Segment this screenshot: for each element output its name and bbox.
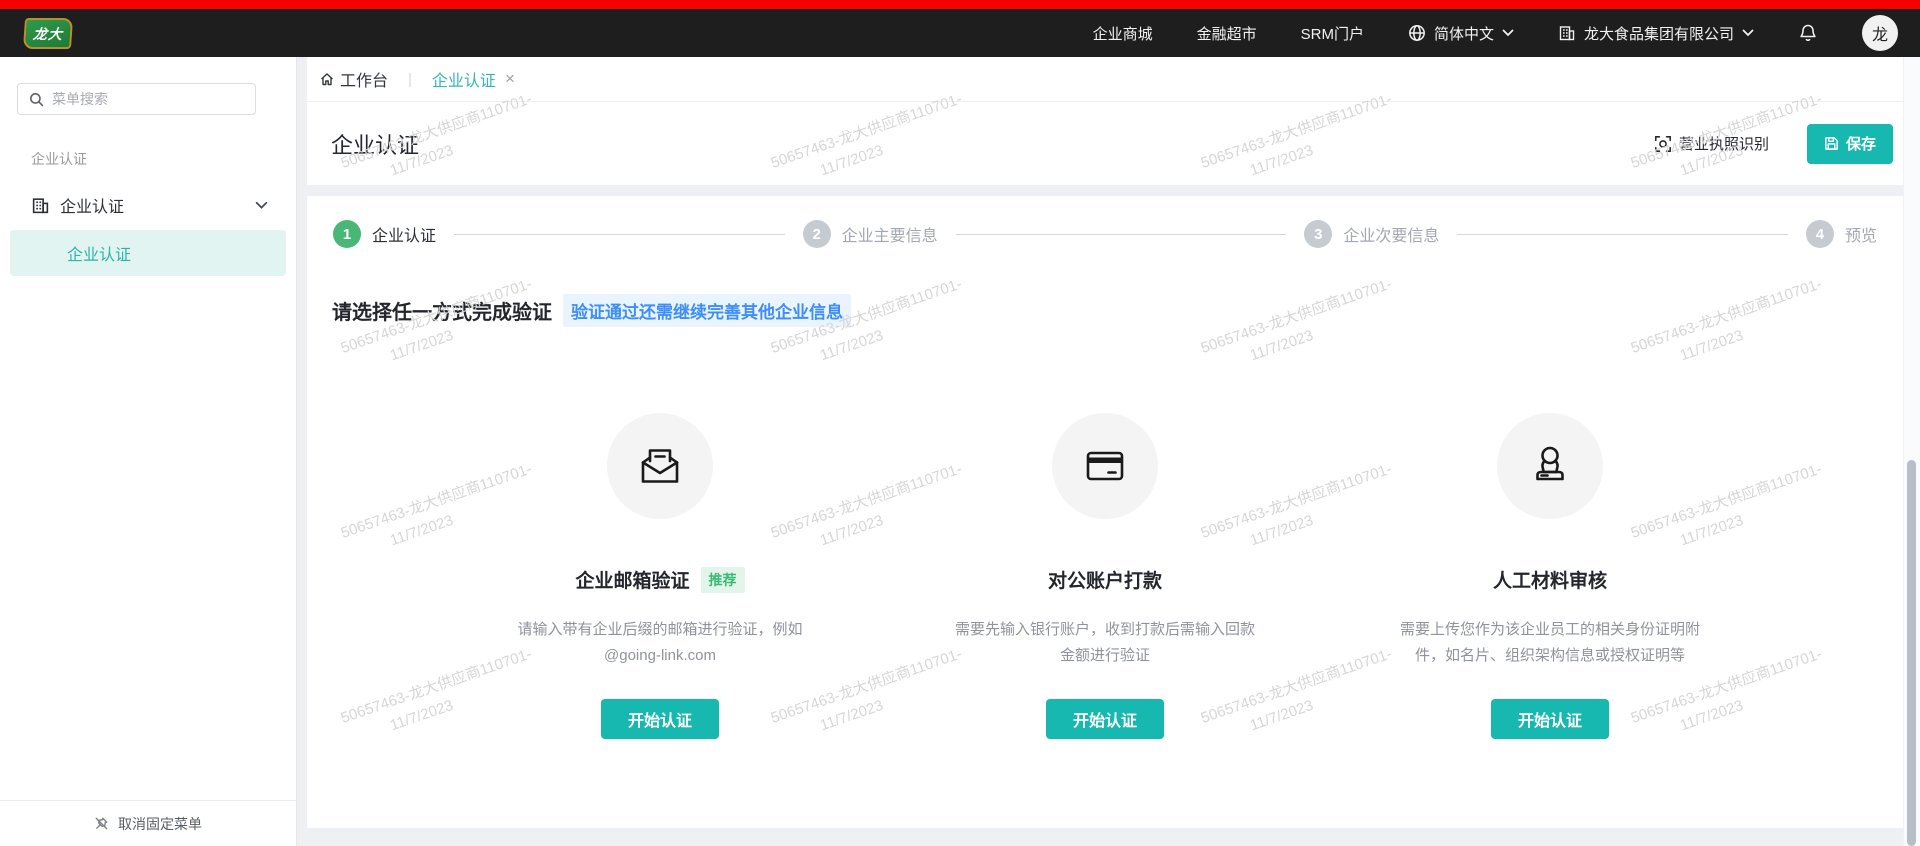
- building-icon: [1558, 24, 1576, 42]
- business-license-ocr-label: 营业执照识别: [1679, 133, 1769, 154]
- nav-item-enterprise-mall[interactable]: 企业商城: [1093, 23, 1153, 44]
- building-icon: [31, 196, 50, 215]
- tab-label: 企业认证: [432, 67, 496, 91]
- method-description-line2: @going-link.com: [517, 643, 802, 669]
- unpin-menu-button[interactable]: 取消固定菜单: [0, 800, 296, 846]
- vertical-scrollbar[interactable]: [1903, 57, 1920, 846]
- chevron-down-icon: [1742, 29, 1754, 37]
- step-3-secondary-info: 3 企业次要信息: [1304, 220, 1439, 248]
- start-auth-button-manual[interactable]: 开始认证: [1491, 699, 1609, 739]
- nav-item-finance-market[interactable]: 金融超市: [1197, 23, 1257, 44]
- page-header: 企业认证 营业执照识别 保存: [307, 102, 1903, 185]
- content-card: 1 企业认证 2 企业主要信息 3 企业次要信息 4 预览: [307, 196, 1903, 828]
- method-description: 需要上传您作为该企业员工的相关身份证明附 件，如名片、组织架构信息或授权证明等: [1400, 617, 1700, 670]
- method-description-line1: 需要先输入银行账户，收到打款后需输入回款: [955, 617, 1255, 643]
- method-description: 需要先输入银行账户，收到打款后需输入回款 金额进行验证: [955, 617, 1255, 670]
- email-icon: [636, 442, 684, 490]
- method-email-verification: 企业邮箱验证 推荐 请输入带有企业后缀的邮箱进行验证，例如 @going-lin…: [438, 413, 883, 739]
- method-description-line2: 件，如名片、组织架构信息或授权证明等: [1400, 643, 1700, 669]
- user-avatar[interactable]: 龙: [1862, 15, 1898, 51]
- company-selector[interactable]: 龙大食品集团有限公司: [1558, 23, 1754, 44]
- method-description-line2: 金额进行验证: [955, 643, 1255, 669]
- verification-heading-note: 验证通过还需继续完善其他企业信息: [563, 294, 851, 327]
- menu-group-label: 企业认证: [31, 149, 296, 169]
- step-label: 企业次要信息: [1343, 222, 1439, 246]
- bell-icon: [1798, 23, 1818, 43]
- search-icon: [29, 92, 44, 107]
- stamp-icon: [1526, 442, 1574, 490]
- method-title: 企业邮箱验证: [575, 566, 689, 593]
- tab-close-icon[interactable]: ×: [505, 69, 515, 89]
- avatar-initial: 龙: [1872, 21, 1888, 45]
- tab-enterprise-auth[interactable]: 企业认证 ×: [432, 67, 515, 91]
- notifications-button[interactable]: [1798, 23, 1818, 43]
- sidebar-subitem-enterprise-auth-active[interactable]: 企业认证: [10, 230, 286, 276]
- breadcrumb-home-label: 工作台: [340, 67, 388, 91]
- menu-search-input[interactable]: [52, 91, 202, 107]
- top-navbar: 龙大 企业商城 金融超市 SRM门户 简体中文 龙大食品集团有限公司 龙: [0, 9, 1920, 57]
- sidebar-subitem-label: 企业认证: [67, 241, 131, 265]
- step-connector: [956, 234, 1287, 235]
- business-license-ocr-button[interactable]: 营业执照识别: [1654, 133, 1769, 154]
- step-4-preview: 4 预览: [1806, 220, 1877, 248]
- method-description: 请输入带有企业后缀的邮箱进行验证，例如 @going-link.com: [517, 617, 802, 670]
- breadcrumb-home[interactable]: 工作台: [319, 67, 388, 91]
- language-label: 简体中文: [1434, 23, 1494, 44]
- method-icon-circle: [1497, 413, 1603, 519]
- step-connector: [454, 234, 785, 235]
- unpin-menu-label: 取消固定菜单: [118, 814, 202, 834]
- breadcrumb-separator: |: [408, 71, 412, 88]
- step-label: 企业主要信息: [842, 222, 938, 246]
- brand-logo: 龙大: [23, 18, 73, 49]
- nav-item-srm-portal[interactable]: SRM门户: [1301, 23, 1364, 44]
- verification-heading-row: 请选择任一方式完成验证 验证通过还需继续完善其他企业信息: [332, 294, 1903, 327]
- language-selector[interactable]: 简体中文: [1408, 23, 1514, 44]
- save-button[interactable]: 保存: [1807, 124, 1893, 164]
- verification-methods: 企业邮箱验证 推荐 请输入带有企业后缀的邮箱进行验证，例如 @going-lin…: [307, 413, 1903, 739]
- scrollbar-thumb[interactable]: [1907, 460, 1916, 846]
- start-auth-button-bank[interactable]: 开始认证: [1046, 699, 1164, 739]
- menu-search-box[interactable]: [17, 83, 256, 115]
- scan-icon: [1654, 135, 1672, 153]
- step-2-main-info: 2 企业主要信息: [803, 220, 938, 248]
- globe-icon: [1408, 24, 1426, 42]
- method-manual-review: 人工材料审核 需要上传您作为该企业员工的相关身份证明附 件，如名片、组织架构信息…: [1328, 413, 1773, 739]
- company-name: 龙大食品集团有限公司: [1584, 23, 1734, 44]
- breadcrumb: 工作台 | 企业认证 ×: [307, 57, 1903, 102]
- method-title: 人工材料审核: [1493, 566, 1607, 593]
- sidebar-item-label: 企业认证: [60, 193, 124, 217]
- brand-logo-text: 龙大: [32, 23, 63, 43]
- method-description-line1: 请输入带有企业后缀的邮箱进行验证，例如: [517, 617, 802, 643]
- save-icon: [1824, 136, 1839, 151]
- step-number: 2: [803, 220, 831, 248]
- step-1-enterprise-auth: 1 企业认证: [333, 220, 436, 248]
- page-title: 企业认证: [331, 128, 419, 160]
- loading-progress-bar: [0, 0, 1920, 9]
- sidebar: 企业认证 企业认证 企业认证 取消固定菜单: [0, 57, 297, 846]
- method-icon-circle: [607, 413, 713, 519]
- step-label: 预览: [1845, 222, 1877, 246]
- step-number: 4: [1806, 220, 1834, 248]
- bank-card-icon: [1081, 442, 1129, 490]
- main-area: 工作台 | 企业认证 × 企业认证 营业执照识别 保存 1: [297, 57, 1903, 846]
- start-auth-button-email[interactable]: 开始认证: [601, 699, 719, 739]
- recommended-badge: 推荐: [701, 567, 745, 593]
- layout-gap: [307, 185, 1903, 196]
- method-description-line1: 需要上传您作为该企业员工的相关身份证明附: [1400, 617, 1700, 643]
- method-corporate-account-payment: 对公账户打款 需要先输入银行账户，收到打款后需输入回款 金额进行验证 开始认证: [883, 413, 1328, 739]
- step-connector: [1457, 234, 1788, 235]
- step-number: 3: [1304, 220, 1332, 248]
- chevron-down-icon: [255, 201, 268, 210]
- save-button-label: 保存: [1846, 133, 1876, 154]
- verification-heading: 请选择任一方式完成验证: [332, 296, 552, 325]
- sidebar-item-enterprise-auth[interactable]: 企业认证: [0, 188, 296, 222]
- step-label: 企业认证: [372, 222, 436, 246]
- method-icon-circle: [1052, 413, 1158, 519]
- chevron-down-icon: [1502, 29, 1514, 37]
- method-title: 对公账户打款: [1048, 566, 1162, 593]
- home-icon: [319, 71, 335, 87]
- stepper: 1 企业认证 2 企业主要信息 3 企业次要信息 4 预览: [307, 196, 1903, 248]
- pin-slash-icon: [94, 816, 109, 831]
- step-number: 1: [333, 220, 361, 248]
